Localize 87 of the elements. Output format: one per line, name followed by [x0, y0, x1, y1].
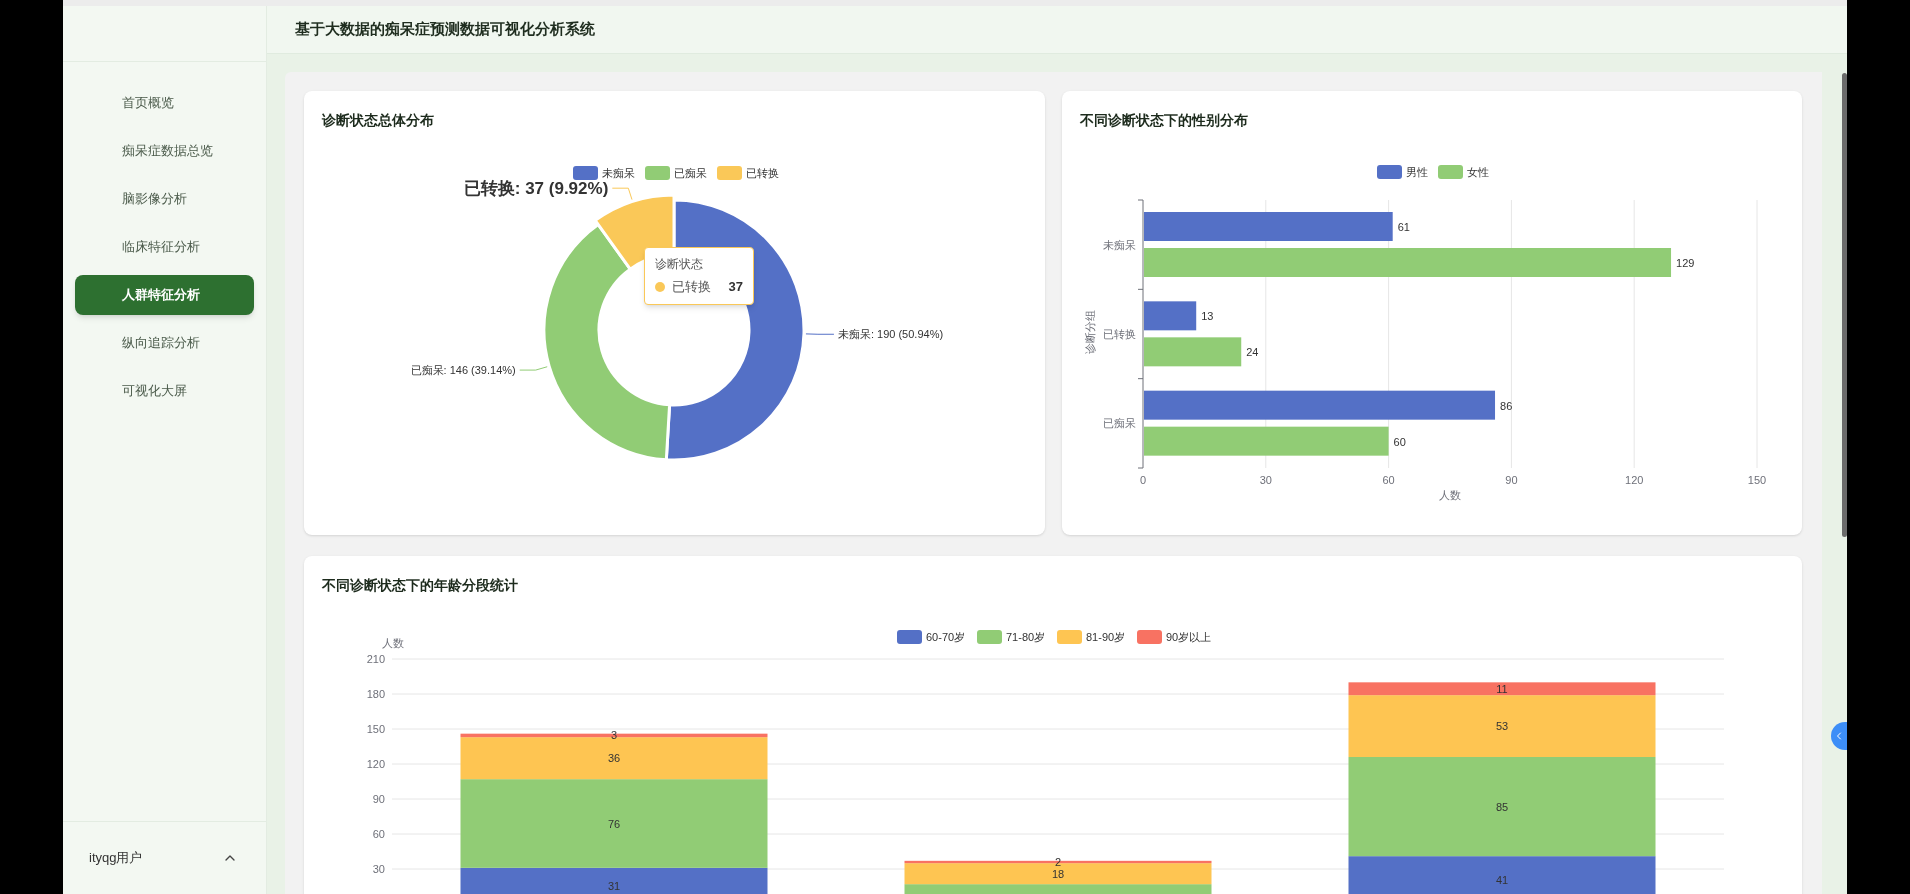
axis-tick-label: 30 — [372, 863, 385, 875]
bar-value-label: 85 — [1495, 800, 1509, 813]
legend-swatch-icon — [573, 166, 598, 180]
card-title: 诊断状态总体分布 — [322, 111, 435, 129]
nav-item[interactable]: 首页概览 — [75, 83, 254, 123]
legend-swatch-icon — [977, 630, 1002, 644]
bar-value-label: 129 — [1676, 257, 1695, 269]
bar-value-label: 18 — [1051, 867, 1065, 880]
legend-label[interactable]: 71-80岁 — [1006, 631, 1046, 643]
bar-value-label: 41 — [1495, 874, 1509, 887]
bar-segment[interactable] — [460, 779, 768, 868]
bar-segment[interactable] — [460, 867, 768, 894]
collapse-button[interactable] — [1831, 722, 1847, 750]
bar-value-label: 60 — [1393, 435, 1406, 448]
x-axis-title: 人数 — [1439, 489, 1461, 501]
slice-label: 已转换: 37 (9.92%) — [463, 179, 609, 199]
axis-tick-label: 120 — [366, 758, 385, 770]
axis-tick-label: 150 — [366, 723, 385, 735]
axis-tick-label: 90 — [1505, 474, 1518, 486]
legend-label[interactable]: 女性 — [1467, 166, 1489, 178]
bar-value-label: 61 — [1397, 221, 1410, 233]
legend-swatch-icon — [1438, 165, 1463, 179]
bar-value-label: 36 — [607, 752, 621, 765]
bar-segment[interactable] — [904, 884, 1212, 894]
category-label: 已痴呆 — [1103, 417, 1136, 430]
axis-tick-label: 180 — [366, 688, 385, 700]
scrollbar[interactable] — [1842, 73, 1847, 537]
nav-item[interactable]: 临床特征分析 — [75, 227, 254, 267]
legend-label[interactable]: 已痴呆 — [674, 167, 707, 179]
bar-value-label: 53 — [1495, 720, 1509, 733]
slice-label: 未痴呆: 190 (50.94%) — [837, 328, 944, 341]
legend-swatch-icon — [1377, 165, 1402, 179]
bar-value-label: 76 — [607, 817, 621, 830]
bar-segment[interactable] — [904, 860, 1212, 864]
leader-line — [805, 333, 835, 335]
tooltip-value: 37 — [728, 278, 743, 296]
axis-tick-label: 60 — [1382, 474, 1395, 486]
bar[interactable] — [1144, 426, 1389, 456]
leader-line — [519, 366, 548, 371]
axis-tick-label: 210 — [366, 653, 385, 665]
card-title: 不同诊断状态下的性别分布 — [1080, 111, 1249, 129]
legend-label[interactable]: 60-70岁 — [926, 631, 966, 643]
bar-value-label: 11 — [1496, 682, 1508, 695]
axis-tick-label: 30 — [1259, 474, 1272, 486]
bar-value-label: 24 — [1246, 346, 1259, 359]
legend-label[interactable]: 男性 — [1406, 166, 1428, 178]
nav-item[interactable]: 纵向追踪分析 — [75, 323, 254, 363]
nav-item[interactable]: 脑影像分析 — [75, 179, 254, 219]
bar-segment[interactable] — [460, 733, 768, 738]
tooltip-title: 诊断状态 — [655, 256, 704, 273]
y-axis-title: 诊断分组 — [1084, 310, 1096, 354]
legend-label[interactable]: 90岁以上 — [1166, 631, 1212, 643]
legend-label[interactable]: 81-90岁 — [1086, 631, 1126, 643]
bar-segment[interactable] — [460, 737, 768, 780]
nav-item[interactable]: 痴呆症数据总览 — [75, 131, 254, 171]
tooltip-label: 已转换 — [672, 278, 711, 296]
bar-value-label: 13 — [1201, 310, 1214, 323]
nav-item[interactable]: 可视化大屏 — [75, 371, 254, 411]
bar-segment[interactable] — [1348, 682, 1656, 696]
legend-swatch-icon — [645, 166, 670, 180]
bar[interactable] — [1144, 337, 1242, 367]
category-label: 未痴呆 — [1103, 238, 1136, 251]
axis-tick-label: 120 — [1625, 474, 1644, 486]
legend-label[interactable]: 未痴呆 — [602, 167, 635, 179]
legend-swatch-icon — [1137, 630, 1162, 644]
user-name[interactable]: ityqg用户 — [89, 848, 143, 868]
bar[interactable] — [1144, 301, 1197, 331]
category-label: 已转换 — [1103, 328, 1136, 340]
axis-tick-label: 0 — [1139, 474, 1147, 486]
legend-swatch-icon — [717, 166, 742, 180]
legend-swatch-icon — [1057, 630, 1082, 644]
bar-value-label: 86 — [1500, 399, 1513, 412]
axis-tick-label: 90 — [372, 793, 385, 805]
axis-tick-label: 150 — [1747, 474, 1767, 486]
legend-swatch-icon — [897, 630, 922, 644]
leader-line — [611, 187, 633, 201]
bar[interactable] — [1144, 390, 1496, 420]
legend-label[interactable]: 已转换 — [746, 167, 779, 179]
axis-tick-label: 60 — [372, 828, 385, 840]
bar-segment[interactable] — [1348, 856, 1656, 894]
bar-value-label: 31 — [607, 879, 621, 892]
nav-item[interactable]: 人群特征分析 — [75, 275, 254, 315]
slice-label: 已痴呆: 146 (39.14%) — [410, 364, 516, 377]
page-title: 基于大数据的痴呆症预测数据可视化分析系统 — [295, 19, 595, 40]
card-title: 不同诊断状态下的年龄分段统计 — [322, 576, 519, 594]
y-axis-title: 人数 — [382, 637, 404, 649]
bar-value-label: 3 — [610, 729, 618, 742]
